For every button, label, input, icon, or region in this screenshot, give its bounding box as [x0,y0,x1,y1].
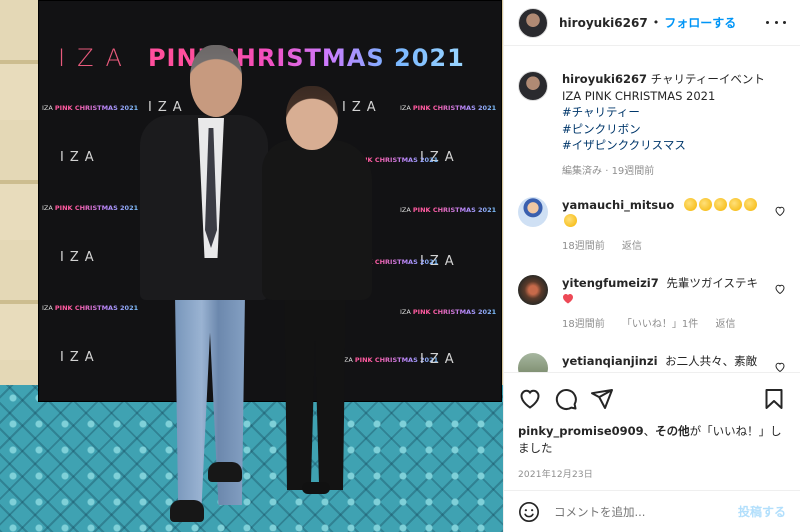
comment-meta: 18週間前 「いいね！」1件 返信 [562,317,766,333]
clap-emoji-icon [683,197,697,211]
add-comment-bar: 投稿する [504,490,800,532]
backdrop-iza-logo: IZA [342,100,382,115]
backdrop-small-logo: IZA PINK CHRISTMAS 2021 [42,104,139,112]
comment-input[interactable] [554,504,738,519]
likes-separator: 、 [643,424,656,438]
avatar[interactable] [518,71,548,101]
man-figure-head [190,45,242,117]
backdrop-small-logo: IZA PINK CHRISTMAS 2021 [400,104,497,112]
comment-username[interactable]: yamauchi_mitsuo [562,198,674,212]
comment-time[interactable]: 18週間前 [562,319,605,330]
post-date[interactable]: 2021年12月23日 [518,467,786,480]
bookmark-icon[interactable] [762,387,786,411]
backdrop-iza-logo: IZA [420,352,460,367]
comment-username[interactable]: yitengfumeizi7 [562,276,659,290]
backdrop-small-logo: IZA PINK CHRISTMAS 2021 [42,204,139,212]
clap-emoji-icon [698,197,712,211]
hashtag-link[interactable]: #ピンクリボン [562,121,786,138]
post-caption: hiroyuki6267 チャリティーイベント IZA PINK CHRISTM… [518,71,786,177]
post-photo[interactable]: IZA PINK CHRISTMAS 2021 IZA PINK CHRISTM… [0,0,503,532]
reply-button[interactable]: 返信 [715,319,735,330]
post-side-panel: hiroyuki6267 • フォローする hiroyuki6267 チャリティ… [503,0,800,532]
hashtag-link[interactable]: #チャリティー [562,104,786,121]
backdrop-small-logo: IZA PINK CHRISTMAS 2021 [400,308,497,316]
comment-meta: 18週間前 返信 [562,239,766,255]
man-figure-shoe [170,500,204,522]
avatar[interactable] [518,352,548,372]
avatar[interactable] [518,274,548,305]
comment-item: yetianqianjinzi お二人共々、素敵で [518,352,786,373]
clap-emoji-icon [564,213,577,227]
backdrop-small-logo: IZA PINK CHRISTMAS 2021 [400,206,497,214]
backdrop-iza-logo: IZA [60,250,100,265]
comment-item: yitengfumeizi7 先輩ツガイステキ 18週間前 「いいね！」1件 返… [518,274,786,333]
heart-emoji-icon [563,293,573,303]
header-username[interactable]: hiroyuki6267 [559,16,648,30]
post-header: hiroyuki6267 • フォローする [504,0,800,46]
separator-dot: · [605,165,609,177]
avatar[interactable] [518,7,548,38]
caption-time[interactable]: 19週間前 [612,166,655,177]
backdrop-iza-logo: IZA [148,100,188,115]
share-send-icon[interactable] [590,387,614,411]
comment-likes[interactable]: 「いいね！」1件 [622,319,698,330]
like-comment-heart-icon[interactable] [774,283,786,295]
post-actions: pinky_promise0909、その他が「いいね！」しました 2021年12… [504,372,800,480]
woman-figure-shoe [302,482,330,494]
likes-others-link[interactable]: その他 [655,424,690,438]
more-options-icon[interactable] [766,18,786,28]
caption-username[interactable]: hiroyuki6267 [562,72,647,86]
liker-username[interactable]: pinky_promise0909 [518,424,644,438]
backdrop-small-logo: IZA PINK CHRISTMAS 2021 [42,304,139,312]
clap-emoji-icon [728,197,742,211]
comment-bubble-icon[interactable] [554,387,578,411]
reply-button[interactable]: 返信 [622,241,642,252]
action-bar [518,387,786,411]
like-heart-icon[interactable] [518,387,542,411]
hashtag-link[interactable]: #イザピンククリスマス [562,137,786,154]
carpet [0,385,503,532]
separator-dot: • [652,16,660,29]
comment-text: 先輩ツガイステキ [666,275,759,290]
emoji-smile-icon[interactable] [518,501,540,523]
clap-emoji-icon [713,197,727,211]
backdrop-christmas: CHRISTMAS 2021 [217,44,465,72]
man-figure-shoe [208,462,242,482]
comment-username[interactable]: yetianqianjinzi [562,354,658,368]
backdrop-iza-logo: IZA [60,350,100,365]
likes-summary: pinky_promise0909、その他が「いいね！」しました [518,423,786,457]
comment-time[interactable]: 18週間前 [562,241,605,252]
caption-text: hiroyuki6267 チャリティーイベント IZA PINK CHRISTM… [562,71,786,154]
comment-item: yamauchi_mitsuo 18週間前 返信 [518,196,786,255]
follow-button[interactable]: フォローする [664,14,736,31]
backdrop-iza-logo: IZA [60,150,100,165]
caption-meta: 編集済み · 19週間前 [562,162,786,177]
backdrop-title: IZA PINK CHRISTMAS 2021 [58,44,498,72]
comments-list[interactable]: hiroyuki6267 チャリティーイベント IZA PINK CHRISTM… [504,47,800,372]
woman-figure-body [262,140,372,300]
avatar[interactable] [518,196,548,227]
like-comment-heart-icon[interactable] [774,361,786,373]
woman-figure-head [286,86,338,150]
like-comment-heart-icon[interactable] [774,205,786,217]
post-comment-button[interactable]: 投稿する [738,503,786,520]
backdrop-iza: IZA [58,44,134,72]
wall-panel [0,0,40,400]
edited-label: 編集済み [562,165,602,177]
clap-emoji-icon [743,197,757,211]
